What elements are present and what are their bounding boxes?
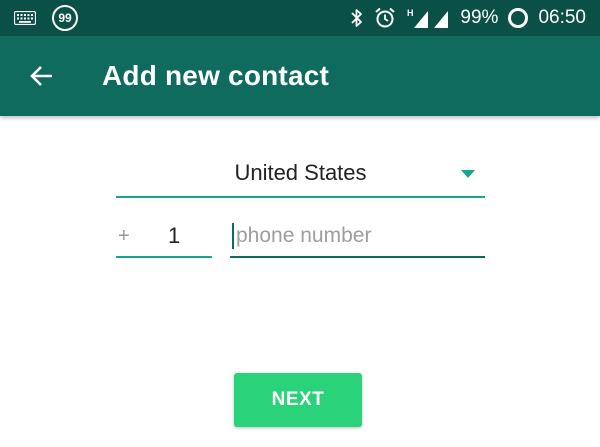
bluetooth-icon xyxy=(350,7,364,29)
network-type-label: H xyxy=(407,8,414,18)
country-select[interactable]: United States xyxy=(116,150,485,198)
country-code-value: 1 xyxy=(168,223,181,248)
country-name: United States xyxy=(234,160,367,185)
alarm-clock-icon xyxy=(374,7,396,29)
status-bar-right: H 99% 06:50 xyxy=(350,7,586,29)
notification-count-badge: 99 xyxy=(52,5,78,31)
page-title: Add new contact xyxy=(102,60,330,91)
status-bar-left: 99 xyxy=(14,5,78,31)
country-code-prefix: + xyxy=(118,224,130,247)
country-code-field[interactable]: + 1 xyxy=(116,216,212,258)
phone-number-input[interactable] xyxy=(234,224,474,248)
status-bar: 99 H 99% 06:50 xyxy=(0,0,600,36)
caret-down-icon xyxy=(461,170,475,178)
back-button[interactable] xyxy=(24,58,60,94)
next-button[interactable]: NEXT xyxy=(234,373,362,427)
battery-ring-icon xyxy=(508,8,529,28)
add-contact-screen: 99 H 99% 06:50 Add new contact United St… xyxy=(0,0,600,447)
keyboard-icon xyxy=(14,7,36,29)
battery-percent: 99% xyxy=(460,7,499,28)
phone-number-field[interactable] xyxy=(230,216,485,258)
arrow-left-icon xyxy=(30,66,52,86)
app-bar: Add new contact xyxy=(0,36,600,116)
cell-signal-icon: H xyxy=(406,7,450,29)
clock-time: 06:50 xyxy=(538,7,586,28)
